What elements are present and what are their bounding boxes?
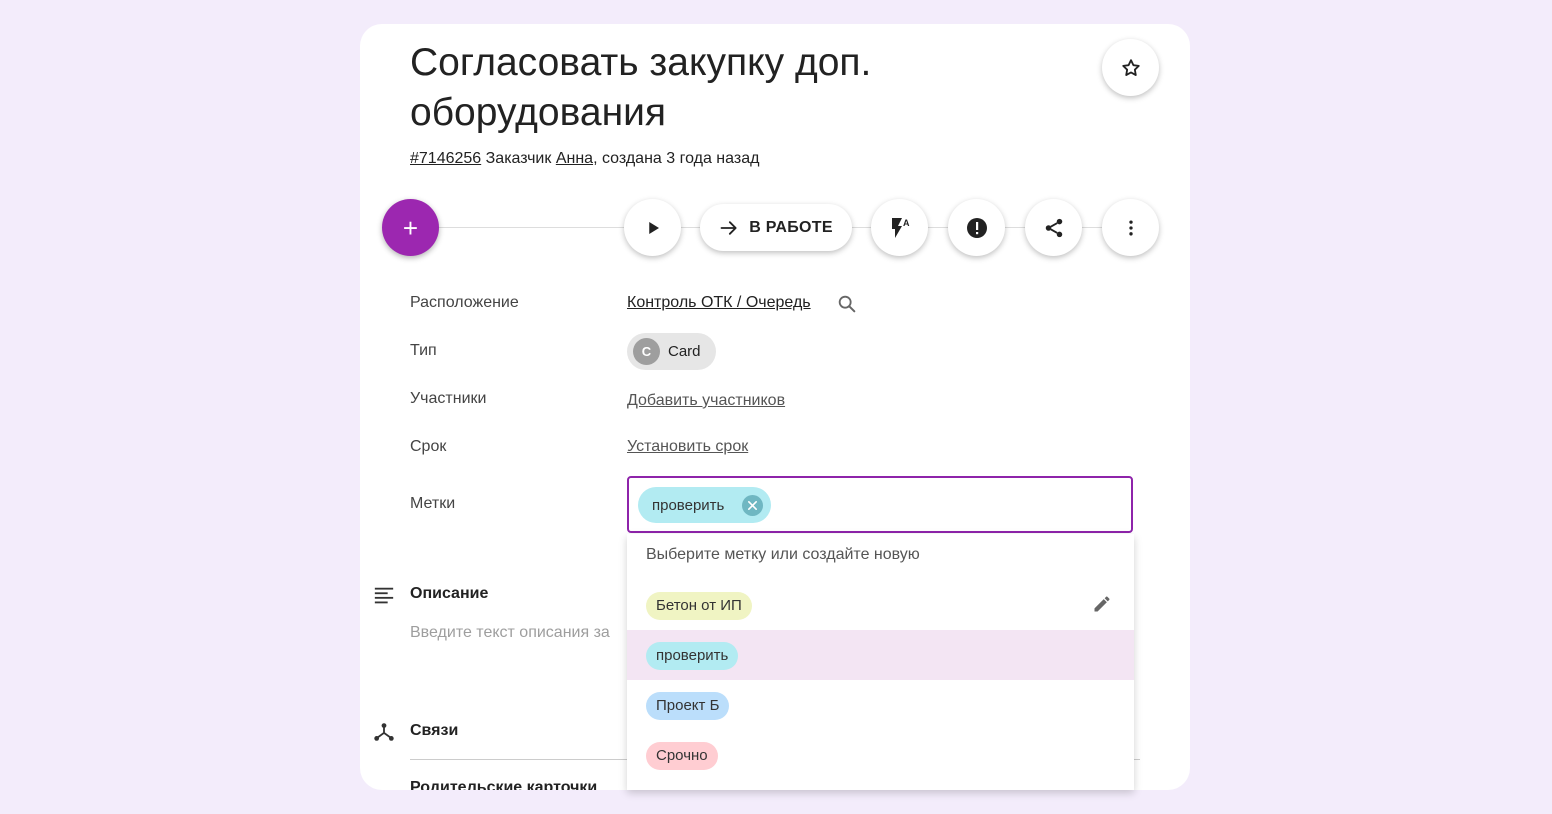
priority-button[interactable] <box>948 199 1005 256</box>
selected-tag-label: проверить <box>652 496 725 514</box>
selected-tag-chip[interactable]: проверить <box>638 487 771 523</box>
pencil-icon[interactable] <box>1092 594 1112 619</box>
tag-option[interactable]: Проект Б <box>627 680 1134 730</box>
due-label: Срок <box>410 438 447 455</box>
tag-option-label: Проект Б <box>646 692 730 720</box>
description-placeholder[interactable]: Введите текст описания за <box>410 624 610 642</box>
members-label: Участники <box>410 390 487 407</box>
description-title: Описание <box>410 585 489 602</box>
flash-auto-icon: A <box>891 217 910 238</box>
search-icon[interactable] <box>836 293 858 320</box>
add-button[interactable]: + <box>382 199 439 256</box>
location-link[interactable]: Контроль ОТК / Очередь <box>627 294 811 312</box>
tag-option[interactable]: проверить <box>627 630 1134 680</box>
tag-option-label: Срочно <box>646 742 718 770</box>
share-icon <box>1045 218 1062 237</box>
tag-option-label: Бетон от ИП <box>646 592 752 620</box>
more-vertical-icon <box>1128 220 1133 235</box>
parent-cards-label: Родительские карточки <box>410 779 598 790</box>
type-avatar: C <box>633 338 660 365</box>
text-lines-icon <box>373 585 395 612</box>
location-label: Расположение <box>410 294 519 311</box>
tags-input[interactable]: проверить <box>627 476 1133 533</box>
type-label: Тип <box>410 342 437 359</box>
tag-option[interactable]: Срочно <box>627 730 1134 780</box>
more-button[interactable] <box>1102 199 1159 256</box>
start-button[interactable] <box>624 199 681 256</box>
hub-icon <box>373 721 395 748</box>
tag-option-label: проверить <box>646 642 739 670</box>
play-icon <box>648 221 659 234</box>
type-chip[interactable]: C Card <box>627 333 716 370</box>
customer-prefix: Заказчик <box>485 150 552 167</box>
customer-name-link[interactable]: Анна <box>556 150 593 167</box>
arrow-right-icon <box>720 220 737 235</box>
relations-title: Связи <box>410 722 459 739</box>
alert-circle-icon <box>966 217 987 238</box>
star-outline-icon <box>1121 58 1140 76</box>
tag-dropdown: Выберите метку или создайте новую Бетон … <box>627 534 1134 790</box>
status-label: В РАБОТЕ <box>749 218 833 236</box>
card-id-link[interactable]: #7146256 <box>410 150 481 167</box>
svg-text:A: A <box>903 218 910 228</box>
automation-button[interactable]: A <box>871 199 928 256</box>
card-meta: #7146256 Заказчик Анна, создана 3 года н… <box>410 150 759 168</box>
remove-tag-icon[interactable] <box>742 495 763 516</box>
share-button[interactable] <box>1025 199 1082 256</box>
type-value: Card <box>668 343 701 360</box>
set-due-link[interactable]: Установить срок <box>627 438 748 456</box>
plus-icon: + <box>402 212 419 243</box>
favorite-button[interactable] <box>1102 39 1159 96</box>
created-text: , создана 3 года назад <box>593 150 760 167</box>
add-members-link[interactable]: Добавить участников <box>627 392 785 410</box>
card-title[interactable]: Согласовать закупку доп. оборудования <box>410 38 1010 138</box>
dropdown-hint: Выберите метку или создайте новую <box>646 546 920 563</box>
status-button[interactable]: В РАБОТЕ <box>700 204 852 251</box>
tags-label: Метки <box>410 495 456 512</box>
tag-option[interactable]: Бетон от ИП <box>627 580 1134 630</box>
